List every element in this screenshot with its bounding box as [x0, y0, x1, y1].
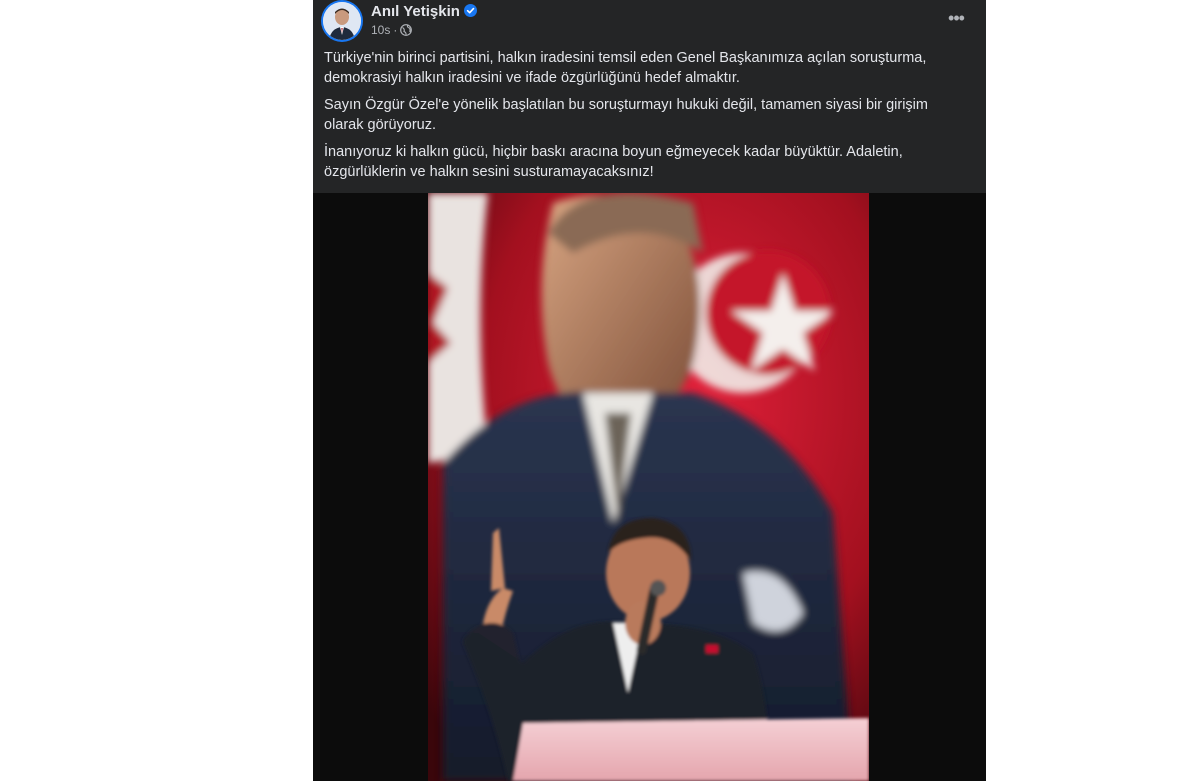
author-avatar[interactable] — [323, 2, 361, 40]
more-options-icon[interactable]: ••• — [942, 6, 970, 34]
post-timestamp[interactable]: 10s — [371, 23, 390, 37]
post-paragraph-2: Sayın Özgür Özel'e yönelik başlatılan bu… — [324, 97, 928, 133]
post-paragraph-1: Türkiye'nin birinci partisini, halkın ir… — [324, 50, 927, 86]
photo-rally-speaker — [313, 193, 986, 781]
globe-icon — [400, 24, 413, 36]
post-photo[interactable] — [313, 193, 986, 781]
post-paragraph-3: İnanıyoruz ki halkın gücü, hiçbir baskı … — [324, 144, 903, 180]
post-header: Anıl Yetişkin 10s · ••• — [313, 0, 986, 44]
author-name-label[interactable]: Anıl Yetişkin — [371, 3, 460, 20]
meta-separator: · — [393, 23, 398, 37]
facebook-post: Anıl Yetişkin 10s · ••• Türkiye'nin birin… — [313, 0, 986, 781]
verified-badge-icon — [463, 4, 477, 17]
post-meta: 10s · — [371, 23, 413, 37]
post-text: Türkiye'nin birinci partisini, halkın ir… — [324, 48, 964, 189]
avatar-image — [323, 2, 361, 40]
author-name[interactable]: Anıl Yetişkin — [371, 3, 477, 20]
